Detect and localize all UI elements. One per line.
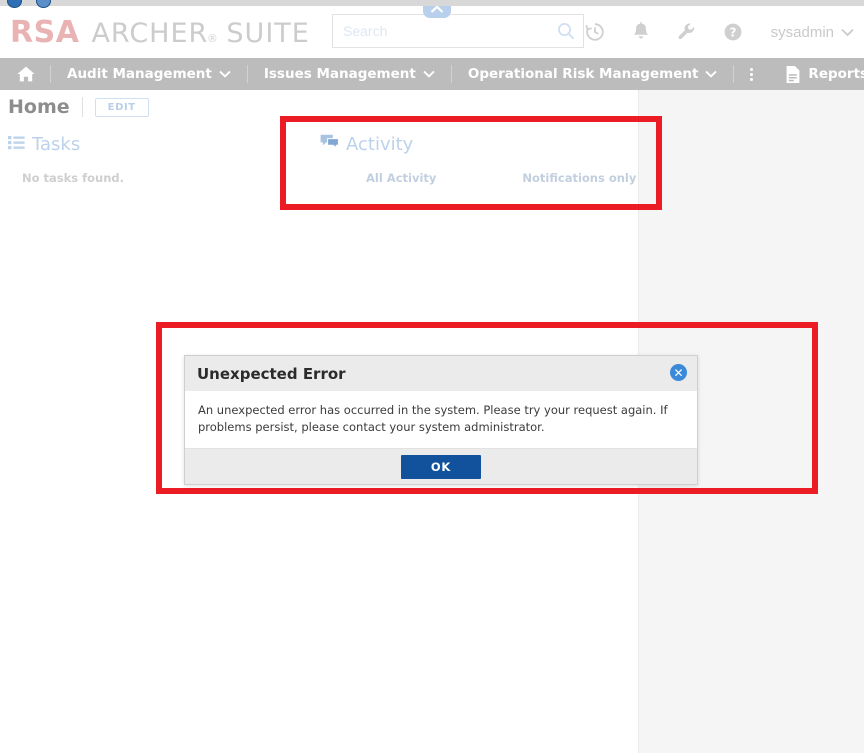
task-list-icon (8, 134, 25, 155)
dialog-message: An unexpected error has occurred in the … (185, 391, 697, 449)
home-icon (17, 66, 35, 82)
activity-chat-icon (320, 134, 339, 155)
logo-suite-text: SUITE (226, 17, 310, 49)
logo-archer-text: ARCHER (91, 17, 209, 49)
activity-tab-notifications-only[interactable]: Notifications only (522, 171, 636, 185)
unexpected-error-dialog: Unexpected Error ✕ An unexpected error h… (184, 355, 698, 486)
browser-chrome-strip (0, 0, 864, 8)
nav-label: Operational Risk Management (467, 66, 699, 82)
dialog-title: Unexpected Error (197, 364, 346, 383)
breadcrumb-divider (81, 97, 83, 117)
activity-tab-group: All Activity Notifications only (366, 171, 650, 185)
nav-reports-button[interactable]: Reports (769, 58, 864, 90)
main-navigation: Audit Management Issues Management Opera… (0, 58, 864, 90)
nav-label: Audit Management (67, 66, 212, 82)
nav-overflow-button[interactable] (734, 58, 769, 90)
search-icon[interactable] (549, 16, 583, 46)
dialog-header: Unexpected Error ✕ (185, 356, 697, 391)
activity-tab-all-activity[interactable]: All Activity (366, 171, 436, 185)
kebab-menu-icon (750, 67, 754, 81)
chevron-down-icon (219, 66, 231, 82)
activity-panel: Activity All Activity Notifications only (320, 134, 650, 185)
global-search[interactable] (332, 14, 584, 48)
tasks-panel-title: Tasks (32, 134, 81, 155)
breadcrumb: Home EDIT (8, 96, 149, 118)
chevron-down-icon (423, 66, 435, 82)
help-icon[interactable]: ? (721, 20, 745, 44)
user-name-label: sysadmin (770, 23, 834, 41)
chevron-down-icon (841, 24, 854, 41)
rsa-archer-logo: RSA ARCHER ® SUITE (10, 15, 310, 50)
tasks-panel-header: Tasks (8, 134, 258, 155)
recent-history-icon[interactable] (583, 20, 607, 44)
tasks-panel: Tasks No tasks found. (8, 134, 258, 185)
search-input[interactable] (333, 16, 549, 46)
logo-rsa-text: RSA (10, 14, 80, 50)
edit-dashboard-button[interactable]: EDIT (94, 97, 149, 117)
user-menu[interactable]: sysadmin (771, 24, 854, 41)
nav-label: Issues Management (263, 66, 416, 82)
nav-item-issues-management[interactable]: Issues Management (248, 58, 451, 90)
page-title: Home (8, 96, 70, 118)
notifications-bell-icon[interactable] (629, 20, 653, 44)
nav-item-operational-risk-management[interactable]: Operational Risk Management (452, 58, 734, 90)
ok-button[interactable]: OK (400, 454, 482, 479)
tasks-empty-message: No tasks found. (22, 171, 125, 185)
chevron-down-icon (705, 66, 718, 82)
activity-panel-title: Activity (346, 134, 414, 155)
nav-item-audit-management[interactable]: Audit Management (51, 58, 247, 90)
tools-wrench-icon[interactable] (675, 20, 699, 44)
nav-home-button[interactable] (0, 58, 50, 90)
close-icon[interactable]: ✕ (670, 364, 687, 381)
header-icon-group: ? sysadmin (583, 14, 854, 50)
report-document-icon (787, 65, 800, 83)
svg-text:?: ? (729, 26, 736, 40)
activity-panel-header: Activity (320, 134, 650, 155)
logo-registered-mark: ® (208, 32, 217, 45)
nav-reports-label: Reports (808, 66, 864, 82)
dialog-footer: OK (185, 448, 697, 485)
